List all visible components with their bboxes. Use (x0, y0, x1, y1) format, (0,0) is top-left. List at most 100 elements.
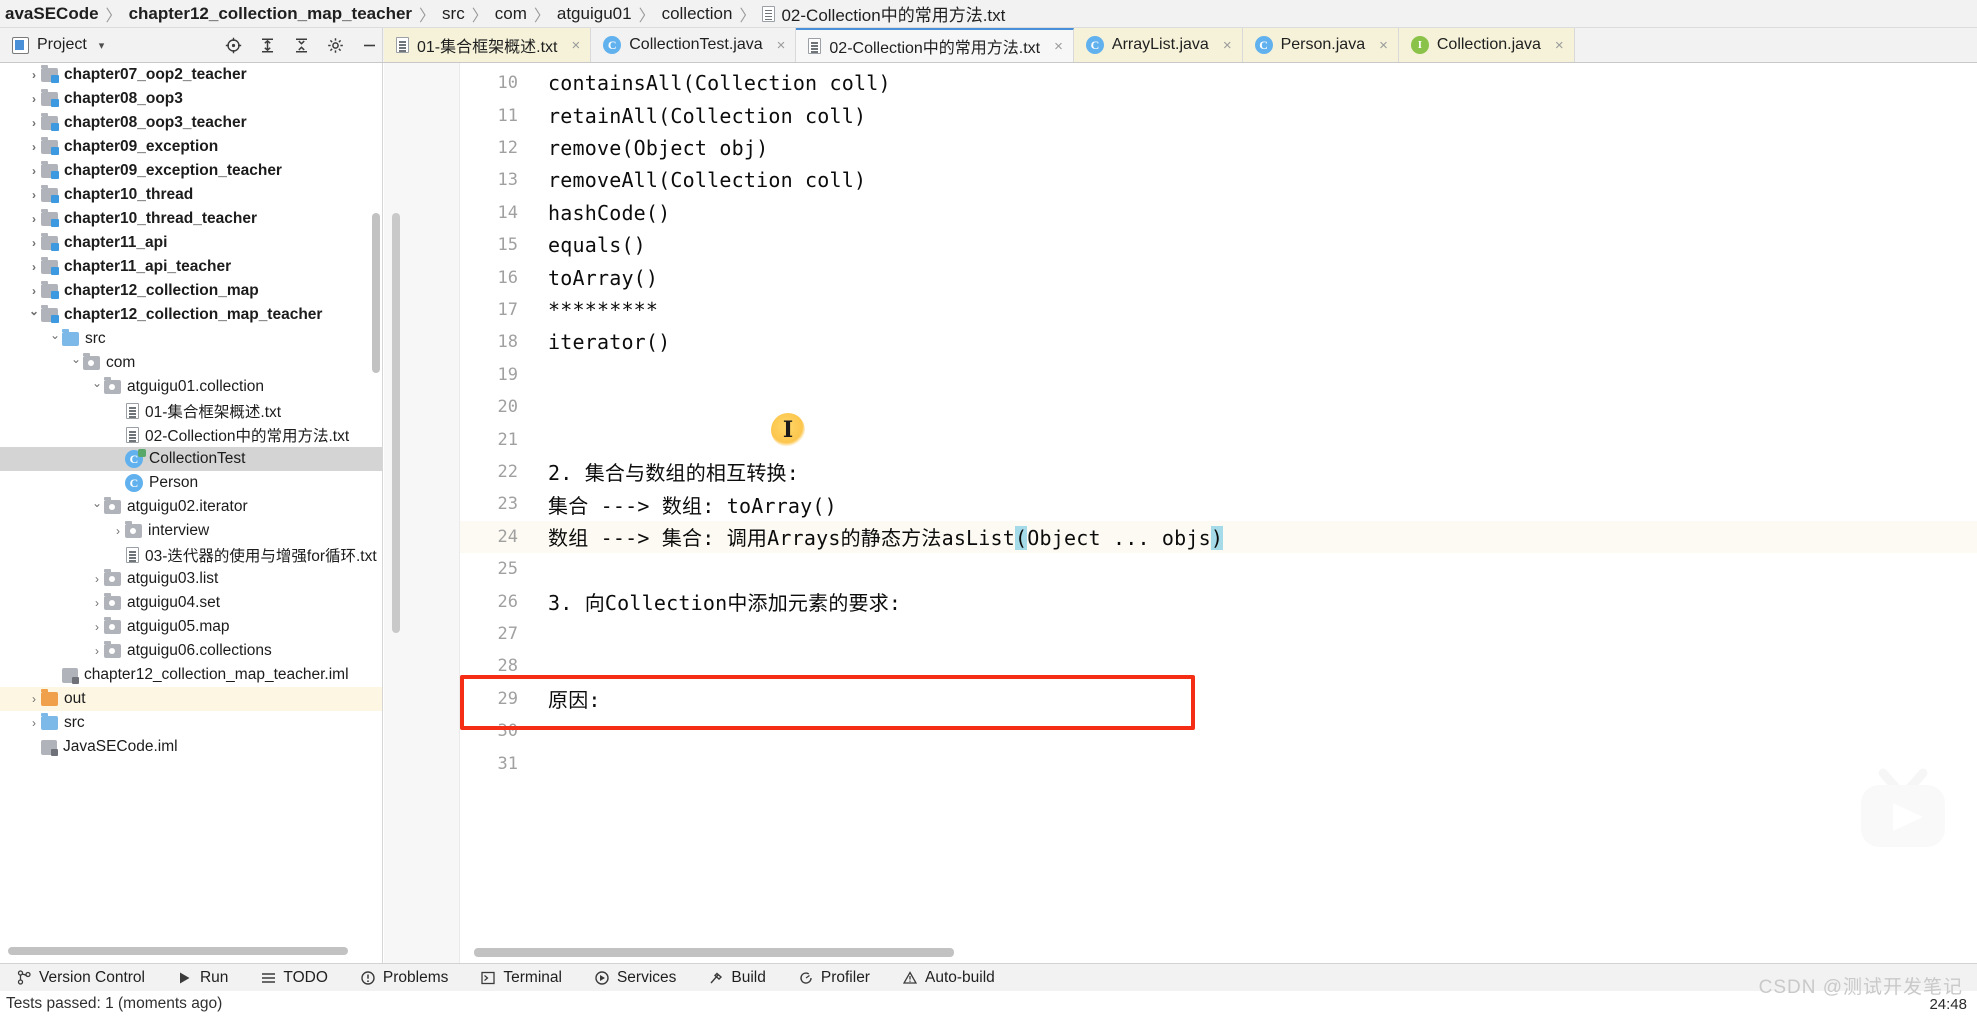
project-toolwindow-title[interactable]: Project (37, 36, 87, 54)
hide-icon[interactable] (356, 32, 382, 58)
tree-row[interactable]: out (0, 687, 382, 711)
tree-row[interactable]: chapter12_collection_map_teacher (0, 303, 382, 327)
chevron-down-icon[interactable] (27, 308, 41, 322)
code-line[interactable]: 26 3. 向Collection中添加元素的要求: (460, 585, 1977, 617)
collapse-all-icon[interactable] (288, 32, 314, 58)
chevron-down-icon[interactable] (69, 356, 83, 370)
chevron-right-icon[interactable] (27, 260, 41, 274)
status-item-problems[interactable]: Problems (344, 964, 464, 991)
code-line[interactable]: 16 toArray() (460, 261, 1977, 293)
code-line[interactable]: 18 iterator() (460, 326, 1977, 358)
editor-tab-person[interactable]: C Person.java × (1242, 28, 1399, 62)
status-item-services[interactable]: Services (578, 964, 692, 991)
chevron-right-icon[interactable] (27, 140, 41, 154)
tree-row[interactable]: src (0, 327, 382, 351)
sidebar-horizontal-scrollbar[interactable] (8, 947, 348, 955)
tree-row[interactable]: 02-Collection中的常用方法.txt (0, 423, 382, 447)
tree-row[interactable]: chapter07_oop2_teacher (0, 63, 382, 87)
chevron-right-icon[interactable] (90, 620, 104, 634)
tree-row[interactable]: atguigu03.list (0, 567, 382, 591)
breadcrumb-item-atguigu01[interactable]: atguigu01 (554, 4, 635, 24)
chevron-right-icon[interactable] (27, 164, 41, 178)
tree-row[interactable]: C CollectionTest (0, 447, 382, 471)
editor-tab-arraylist[interactable]: C ArrayList.java × (1073, 28, 1243, 62)
tree-row[interactable]: chapter11_api_teacher (0, 255, 382, 279)
status-item-run[interactable]: Run (161, 964, 244, 991)
chevron-right-icon[interactable] (27, 692, 41, 706)
breadcrumb-item-file[interactable]: 02-Collection中的常用方法.txt (759, 1, 1008, 26)
tree-row[interactable]: interview (0, 519, 382, 543)
tree-row[interactable]: com (0, 351, 382, 375)
project-tree[interactable]: chapter07_oop2_teacher chapter08_oop3chap… (0, 63, 383, 963)
breadcrumb-item-project[interactable]: avaSECode (2, 4, 102, 24)
code-line[interactable]: 21 (460, 423, 1977, 455)
status-item-profiler[interactable]: Profiler (782, 964, 886, 991)
code-line[interactable]: 31 (460, 747, 1977, 779)
tree-row[interactable]: 01-集合框架概述.txt (0, 399, 382, 423)
chevron-right-icon[interactable] (27, 92, 41, 106)
tree-row[interactable]: chapter12_collection_map (0, 279, 382, 303)
chevron-down-icon[interactable] (90, 380, 104, 394)
chevron-right-icon[interactable] (90, 644, 104, 658)
tree-row[interactable]: chapter12_collection_map_teacher.iml (0, 663, 382, 687)
code-line[interactable]: 24 数组 ---> 集合: 调用Arrays的静态方法asList(Object… (460, 520, 1977, 553)
chevron-right-icon[interactable] (27, 116, 41, 130)
locate-icon[interactable] (220, 32, 246, 58)
editor-tab-01-collection-overview[interactable]: 01-集合框架概述.txt × (384, 28, 592, 62)
chevron-down-icon[interactable]: ▾ (99, 39, 105, 52)
chevron-right-icon[interactable] (27, 188, 41, 202)
editor-code-area[interactable]: 10 containsAll(Collection coll) 11 retainAl… (460, 63, 1977, 963)
close-icon[interactable]: × (1054, 38, 1063, 55)
chevron-right-icon[interactable] (27, 716, 41, 730)
code-line[interactable]: 10 containsAll(Collection coll) (460, 67, 1977, 99)
tree-row[interactable]: atguigu04.set (0, 591, 382, 615)
chevron-right-icon[interactable] (27, 212, 41, 226)
editor-horizontal-scrollbar[interactable] (474, 948, 954, 957)
code-line[interactable]: 20 (460, 391, 1977, 423)
close-icon[interactable]: × (1223, 37, 1232, 54)
code-line[interactable]: 30 (460, 715, 1977, 747)
code-editor[interactable]: 10 containsAll(Collection coll) 11 retainAl… (384, 63, 1977, 963)
close-icon[interactable]: × (571, 37, 580, 54)
tree-row[interactable]: chapter10_thread (0, 183, 382, 207)
code-line[interactable]: 29 原因: (460, 683, 1977, 715)
status-item-build[interactable]: Build (692, 964, 781, 991)
breadcrumb-item-module[interactable]: chapter12_collection_map_teacher (126, 4, 415, 24)
tree-row[interactable]: chapter08_oop3_teacher (0, 111, 382, 135)
editor-vertical-scrollbar[interactable] (392, 213, 400, 633)
code-line[interactable]: 28 (460, 650, 1977, 682)
code-line[interactable]: 15 equals() (460, 229, 1977, 261)
tree-row[interactable]: chapter09_exception (0, 135, 382, 159)
tree-row[interactable]: atguigu02.iterator (0, 495, 382, 519)
code-line[interactable]: 25 (460, 553, 1977, 585)
editor-tab-collection-interface[interactable]: I Collection.java × (1398, 28, 1575, 62)
tree-row[interactable]: chapter09_exception_teacher (0, 159, 382, 183)
breadcrumb-item-com[interactable]: com (492, 4, 530, 24)
tree-row[interactable]: JavaSECode.iml (0, 735, 382, 759)
tree-row[interactable]: atguigu05.map (0, 615, 382, 639)
code-line[interactable]: 17 ********* (460, 294, 1977, 326)
chevron-right-icon[interactable] (27, 284, 41, 298)
code-line[interactable]: 22 2. 集合与数组的相互转换: (460, 456, 1977, 488)
tree-row[interactable]: 03-迭代器的使用与增强for循环.txt (0, 543, 382, 567)
status-item-terminal[interactable]: Terminal (464, 964, 578, 991)
tree-row[interactable]: C Person (0, 471, 382, 495)
close-icon[interactable]: × (777, 37, 786, 54)
expand-all-icon[interactable] (254, 32, 280, 58)
status-item-todo[interactable]: TODO (244, 964, 344, 991)
close-icon[interactable]: × (1379, 37, 1388, 54)
chevron-down-icon[interactable] (90, 500, 104, 514)
tree-row[interactable]: chapter11_api (0, 231, 382, 255)
status-item-auto-build[interactable]: Auto-build (886, 964, 1011, 991)
chevron-down-icon[interactable] (48, 332, 62, 346)
chevron-right-icon[interactable] (90, 572, 104, 586)
sidebar-vertical-scrollbar[interactable] (372, 213, 380, 373)
code-line[interactable]: 19 (460, 359, 1977, 391)
status-item-version-control[interactable]: Version Control (0, 964, 161, 991)
tree-row[interactable]: chapter08_oop3 (0, 87, 382, 111)
tree-row[interactable]: src (0, 711, 382, 735)
chevron-right-icon[interactable] (111, 524, 125, 538)
chevron-right-icon[interactable] (27, 68, 41, 82)
code-line[interactable]: 13 removeAll(Collection coll) (460, 164, 1977, 196)
editor-tab-collection-test[interactable]: C CollectionTest.java × (591, 28, 797, 62)
